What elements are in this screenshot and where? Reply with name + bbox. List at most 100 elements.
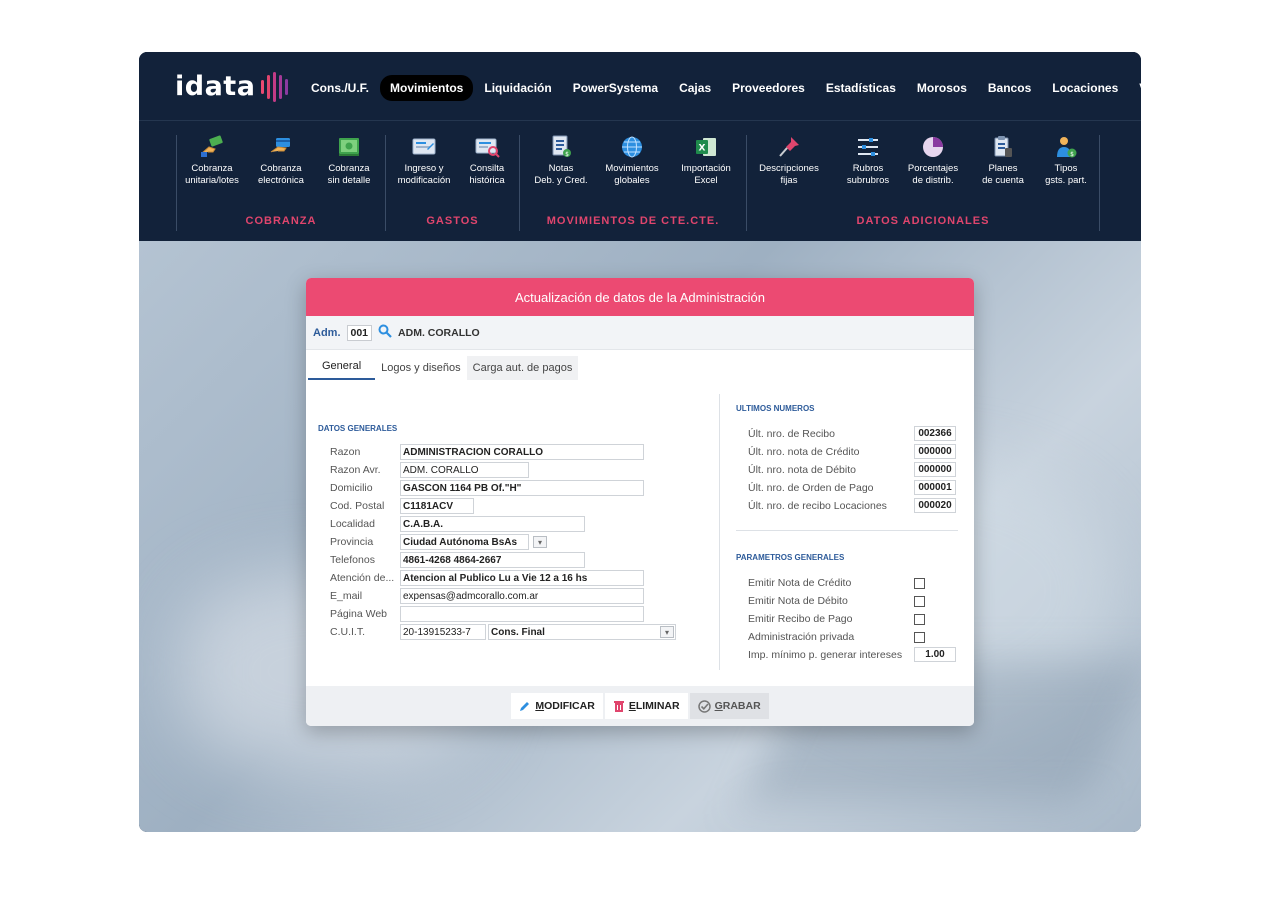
- imp-minimo-label: Imp. mínimo p. generar intereses: [748, 649, 903, 661]
- email-field[interactable]: expensas@admcorallo.com.ar: [400, 588, 644, 604]
- razon-row: Razon ADMINISTRACION CORALLO: [330, 444, 644, 460]
- grabar-button[interactable]: G RABAR: [689, 693, 769, 719]
- razon-avr-label: Razon Avr.: [330, 464, 381, 476]
- administracion-privada-row: Administración privada: [748, 629, 854, 645]
- tool-tipos-gastos-part[interactable]: $ Tipos gsts. part.: [1031, 135, 1101, 187]
- ultima-nota-credito-value[interactable]: 000000: [914, 444, 956, 459]
- chevron-down-icon[interactable]: ▾: [533, 536, 547, 548]
- razon-avr-row: Razon Avr. ADM. CORALLO: [330, 462, 529, 478]
- razon-avr-field[interactable]: ADM. CORALLO: [400, 462, 529, 478]
- ultimos-numeros-title: ULTIMOS NUMEROS: [736, 404, 815, 413]
- ultimo-recibo-value[interactable]: 002366: [914, 426, 956, 441]
- tool-label-2: de cuenta: [982, 175, 1024, 186]
- tab-general[interactable]: General: [308, 354, 376, 380]
- group-gastos: Ingreso y modificación Consilta históric…: [385, 135, 519, 231]
- ribbon-toolbar: Cobranza unitaria/lotes Cobranza electró…: [139, 120, 1141, 241]
- group-title-gastos: GASTOS: [426, 215, 479, 227]
- svg-text:$: $: [565, 151, 569, 158]
- tool-movimientos-globales[interactable]: Movimientos globales: [597, 135, 667, 187]
- tool-label-1: Cobranza: [191, 163, 233, 174]
- razon-label: Razon: [330, 446, 361, 458]
- localidad-field[interactable]: C.A.B.A.: [400, 516, 585, 532]
- nav-morosos[interactable]: Morosos: [907, 75, 977, 101]
- tool-label-1: Consilta: [469, 163, 505, 174]
- ultima-nota-debito-label: Últ. nro. nota de Débito: [748, 464, 856, 476]
- adm-label: Adm.: [313, 326, 341, 339]
- datos-generales-title: DATOS GENERALES: [318, 424, 398, 433]
- domicilio-field[interactable]: GASCON 1164 PB Of."H": [400, 480, 644, 496]
- tab-logos-disenos[interactable]: Logos y diseños: [375, 356, 467, 380]
- nav-liquidacion[interactable]: Liquidación: [474, 75, 561, 101]
- tool-planes-cuenta[interactable]: Planes de cuenta: [968, 135, 1038, 187]
- imp-minimo-field[interactable]: 1.00: [914, 647, 956, 662]
- tool-label-2: subrubros: [846, 175, 890, 186]
- tool-rubros-subrubros[interactable]: Rubros subrubros: [833, 135, 903, 187]
- tool-cobranza-sin-detalle[interactable]: Cobranza sin detalle: [314, 135, 384, 187]
- nav-powersystema[interactable]: PowerSystema: [563, 75, 668, 101]
- emitir-nota-debito-checkbox[interactable]: [914, 596, 925, 607]
- pie-icon: [920, 135, 946, 159]
- adm-code-input[interactable]: 001: [346, 324, 373, 341]
- logo[interactable]: idata: [175, 71, 291, 102]
- modificar-button[interactable]: M ODIFICAR: [511, 693, 603, 719]
- tool-label-1: Cobranza: [328, 163, 370, 174]
- search-icon[interactable]: [378, 324, 392, 341]
- emitir-nota-credito-row: Emitir Nota de Crédito: [748, 575, 851, 591]
- nav-proveedores[interactable]: Proveedores: [722, 75, 815, 101]
- nav-locaciones[interactable]: Locaciones: [1042, 75, 1128, 101]
- tool-descripciones-fijas[interactable]: Descripciones fijas: [754, 135, 824, 187]
- tool-notas-deb-cred[interactable]: $ Notas Deb. y Cred.: [526, 135, 596, 187]
- cuit-field[interactable]: 20-13915233-7: [400, 624, 486, 640]
- clipboard-icon: [990, 135, 1016, 159]
- top-navbar: idata Cons./U.F. Movimientos Liquidación…: [139, 52, 1141, 120]
- tool-label-1: Movimientos: [605, 163, 659, 174]
- nav-varios[interactable]: Varios: [1129, 75, 1141, 101]
- ultimo-recibo-label: Últ. nro. de Recibo: [748, 428, 835, 440]
- nav-estadisticas[interactable]: Estadísticas: [816, 75, 906, 101]
- provincia-select[interactable]: Ciudad Autónoma BsAs: [400, 534, 529, 550]
- nav-cajas[interactable]: Cajas: [669, 75, 721, 101]
- tool-importacion-excel[interactable]: X Importación Excel: [671, 135, 741, 187]
- tool-label-2: globales: [614, 175, 650, 186]
- group-title-cobranza: COBRANZA: [245, 215, 317, 227]
- nav-bancos[interactable]: Bancos: [978, 75, 1041, 101]
- chevron-down-icon[interactable]: ▾: [660, 626, 674, 638]
- administracion-privada-checkbox[interactable]: [914, 632, 925, 643]
- emitir-recibo-pago-checkbox[interactable]: [914, 614, 925, 625]
- tool-consulta-historica[interactable]: Consilta histórica: [452, 135, 522, 187]
- nav-movimientos[interactable]: Movimientos: [380, 75, 474, 101]
- emitir-nota-credito-label: Emitir Nota de Crédito: [748, 577, 852, 589]
- eliminar-hotkey: E: [628, 700, 636, 712]
- ultima-nota-debito-value[interactable]: 000000: [914, 462, 956, 477]
- tool-label-1: Tipos: [1054, 163, 1078, 174]
- atencion-row: Atención de... Atencion al Publico Lu a …: [330, 570, 644, 586]
- tool-cobranza-electronica[interactable]: Cobranza electrónica: [246, 135, 316, 187]
- tool-cobranza-unitaria[interactable]: Cobranza unitaria/lotes: [177, 135, 247, 187]
- dialog-tabs: General Logos y diseños Carga aut. de pa…: [306, 350, 974, 380]
- iva-select[interactable]: Cons. Final: [488, 624, 676, 640]
- tool-porcentajes-distrib[interactable]: Porcentajes de distrib.: [898, 135, 968, 187]
- dialog-title: Actualización de datos de la Administrac…: [306, 278, 974, 316]
- nav-cons-uf[interactable]: Cons./U.F.: [301, 75, 379, 101]
- tool-label-2: histórica: [469, 175, 505, 186]
- emitir-nota-credito-checkbox[interactable]: [914, 578, 925, 589]
- logo-bars-icon: [261, 71, 291, 102]
- cod-postal-field[interactable]: C1181ACV: [400, 498, 474, 514]
- ultima-orden-pago-value[interactable]: 000001: [914, 480, 956, 495]
- telefonos-field[interactable]: 4861-4268 4864-2667: [400, 552, 585, 568]
- eliminar-button[interactable]: E LIMINAR: [604, 693, 688, 719]
- localidad-label: Localidad: [330, 518, 375, 530]
- razon-field[interactable]: ADMINISTRACION CORALLO: [400, 444, 644, 460]
- app-window: idata Cons./U.F. Movimientos Liquidación…: [139, 52, 1141, 832]
- tool-ingreso-modificacion[interactable]: Ingreso y modificación: [389, 135, 459, 187]
- admin-data-dialog: Actualización de datos de la Administrac…: [306, 278, 974, 726]
- atencion-field[interactable]: Atencion al Publico Lu a Vie 12 a 16 hs: [400, 570, 644, 586]
- cuit-row: C.U.I.T. 20-13915233-7 Cons. Final ▾: [330, 624, 676, 640]
- emitir-nota-debito-row: Emitir Nota de Débito: [748, 593, 848, 609]
- tool-label-2: sin detalle: [327, 175, 371, 186]
- web-field[interactable]: [400, 606, 644, 622]
- dialog-footer: M ODIFICAR E LIMINAR G RABAR: [306, 686, 974, 726]
- tab-carga-aut-pagos[interactable]: Carga aut. de pagos: [466, 356, 579, 380]
- email-label: E_mail: [330, 590, 363, 602]
- ultimo-recibo-locaciones-value[interactable]: 000020: [914, 498, 956, 513]
